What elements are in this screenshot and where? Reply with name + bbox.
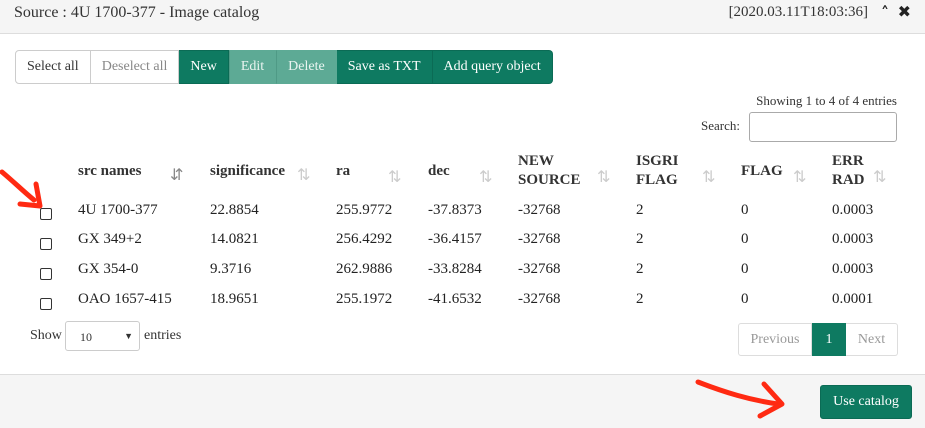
cell-src-name: GX 349+2 — [78, 231, 142, 247]
cell-src-name: GX 354-0 — [78, 261, 139, 277]
toolbar: Select all Deselect all New Edit Delete … — [15, 50, 553, 84]
cell-isgri-flag: 2 — [636, 261, 644, 277]
cell-err-rad: 0.0003 — [832, 202, 874, 218]
next-page-button[interactable]: Next — [846, 323, 898, 356]
previous-page-button[interactable]: Previous — [738, 323, 812, 356]
timestamp: [2020.03.11T18:03:36] — [728, 4, 868, 20]
table-info: Showing 1 to 4 of 4 entries — [756, 93, 897, 108]
column-header-significance[interactable]: significance — [210, 162, 285, 181]
column-header-flag[interactable]: FLAG — [741, 162, 783, 181]
row-checkbox[interactable] — [40, 238, 52, 250]
cell-src-name: 4U 1700-377 — [78, 202, 158, 218]
sort-icon[interactable]: ⇅ — [873, 167, 886, 186]
save-as-txt-button[interactable]: Save as TXT — [336, 50, 433, 84]
column-header-src-names[interactable]: src names — [78, 162, 141, 181]
cell-new-source: -32768 — [518, 202, 561, 218]
search-label: Search: — [701, 118, 740, 133]
cell-ra: 262.9886 — [336, 261, 393, 277]
entries-label: entries — [144, 328, 182, 343]
cell-flag: 0 — [741, 261, 749, 277]
cell-src-name: OAO 1657-415 — [78, 291, 172, 307]
select-all-button[interactable]: Select all — [15, 50, 91, 84]
cell-dec: -33.8284 — [428, 261, 482, 277]
cell-ra: 255.9772 — [336, 202, 393, 218]
cell-new-source: -32768 — [518, 291, 561, 307]
cell-significance: 18.9651 — [210, 291, 259, 307]
cell-flag: 0 — [741, 202, 749, 218]
entries-per-page-select[interactable]: 10 ▼ — [65, 321, 140, 351]
column-header-err-rad[interactable]: ERR RAD — [832, 152, 865, 190]
row-checkbox[interactable] — [40, 268, 52, 280]
cell-err-rad: 0.0003 — [832, 231, 874, 247]
annotation-arrow-icon — [695, 379, 785, 419]
search-input[interactable] — [749, 112, 897, 142]
page-1-button[interactable]: 1 — [812, 323, 846, 356]
cell-ra: 255.1972 — [336, 291, 393, 307]
column-header-ra[interactable]: ra — [336, 162, 350, 181]
entries-select-value: 10 — [80, 330, 92, 344]
cell-significance: 22.8854 — [210, 202, 259, 218]
sort-icon[interactable]: ⇅ — [702, 167, 715, 186]
deselect-all-button[interactable]: Deselect all — [90, 50, 180, 84]
cell-isgri-flag: 2 — [636, 202, 644, 218]
delete-button[interactable]: Delete — [276, 50, 337, 84]
modal-header: Source : 4U 1700-377 - Image catalog [20… — [0, 0, 925, 34]
cell-err-rad: 0.0003 — [832, 261, 874, 277]
cell-dec: -36.4157 — [428, 231, 482, 247]
annotation-arrow-icon — [0, 169, 43, 209]
cell-ra: 256.4292 — [336, 231, 393, 247]
cell-new-source: -32768 — [518, 261, 561, 277]
caret-down-icon: ▼ — [124, 331, 133, 341]
add-query-object-button[interactable]: Add query object — [432, 50, 553, 84]
column-header-dec[interactable]: dec — [428, 162, 450, 181]
use-catalog-button[interactable]: Use catalog — [820, 385, 912, 419]
row-checkbox[interactable] — [40, 298, 52, 310]
cell-significance: 9.3716 — [210, 261, 252, 277]
show-label: Show — [30, 328, 62, 343]
sort-icon[interactable]: ⇅ — [297, 165, 310, 184]
column-header-isgri-flag[interactable]: ISGRI FLAG — [636, 152, 679, 190]
cell-significance: 14.0821 — [210, 231, 259, 247]
cell-flag: 0 — [741, 291, 749, 307]
cell-isgri-flag: 2 — [636, 231, 644, 247]
edit-button[interactable]: Edit — [228, 50, 277, 84]
sort-desc-icon[interactable]: ⇵ — [170, 165, 183, 184]
sort-icon[interactable]: ⇅ — [597, 167, 610, 186]
column-header-new-source[interactable]: NEW SOURCE — [518, 152, 581, 190]
cell-flag: 0 — [741, 231, 749, 247]
cell-dec: -41.6532 — [428, 291, 482, 307]
pagination: Previous 1 Next — [738, 323, 898, 356]
modal-title: Source : 4U 1700-377 - Image catalog — [14, 4, 260, 21]
sort-icon[interactable]: ⇅ — [388, 167, 401, 186]
cell-dec: -37.8373 — [428, 202, 482, 218]
cell-err-rad: 0.0001 — [832, 291, 874, 307]
sort-icon[interactable]: ⇅ — [479, 167, 492, 186]
cell-new-source: -32768 — [518, 231, 561, 247]
new-button[interactable]: New — [179, 50, 229, 84]
sort-icon[interactable]: ⇅ — [793, 167, 806, 186]
cell-isgri-flag: 2 — [636, 291, 644, 307]
chevron-up-icon[interactable]: ˄ — [881, 3, 889, 22]
close-icon[interactable]: ✖ — [898, 2, 911, 21]
